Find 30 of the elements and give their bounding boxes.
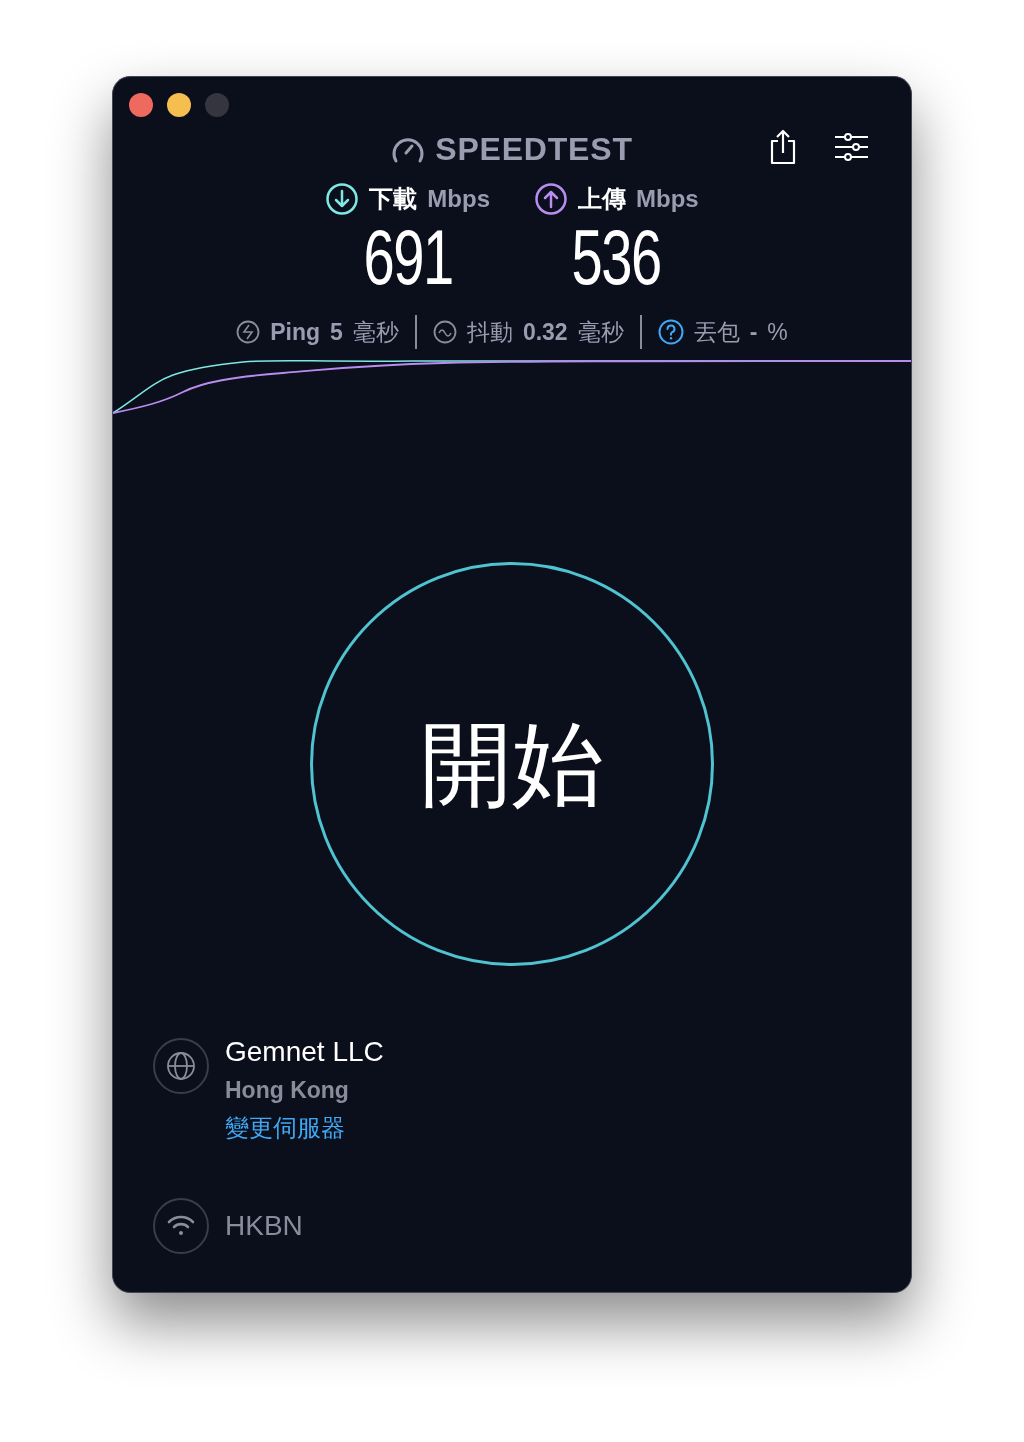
server-location: Hong Kong — [225, 1076, 350, 1105]
speed-value: 536 — [571, 217, 662, 297]
arrow-up-circle-icon — [534, 182, 568, 216]
stat-label: Ping — [270, 317, 321, 347]
stat-label: 丟包 — [693, 317, 740, 347]
speed-unit: Mbps — [636, 184, 699, 214]
speed-label: 上傳 — [578, 184, 626, 214]
change-server-link[interactable]: 變更伺服器 — [225, 1110, 384, 1146]
wifi-icon — [153, 1198, 209, 1254]
arrow-down-circle-icon — [325, 182, 360, 216]
wave-icon — [432, 320, 457, 344]
speed-value: 691 — [362, 217, 453, 297]
minimize-button[interactable] — [167, 93, 191, 117]
globe-icon — [153, 1038, 209, 1094]
provider-name: HKBN — [225, 1209, 303, 1243]
stat-value: 5 — [330, 317, 343, 347]
close-button[interactable] — [129, 93, 153, 117]
stat-value: 0.32 — [522, 317, 568, 347]
speed-unit: Mbps — [427, 184, 490, 214]
app-logo: SPEEDTEST — [435, 130, 633, 169]
stat-unit: % — [767, 317, 788, 347]
speed-label: 下載 — [369, 184, 418, 214]
stat-label: 抖動 — [466, 317, 513, 347]
question-icon[interactable] — [657, 319, 684, 345]
stat-unit: 毫秒 — [352, 317, 399, 347]
stat-value: - — [749, 317, 758, 347]
start-button[interactable]: 開始 — [310, 562, 714, 966]
ping-icon — [236, 320, 261, 344]
stat-unit: 毫秒 — [577, 317, 624, 347]
server-name: Gemnet LLC — [225, 1035, 384, 1069]
